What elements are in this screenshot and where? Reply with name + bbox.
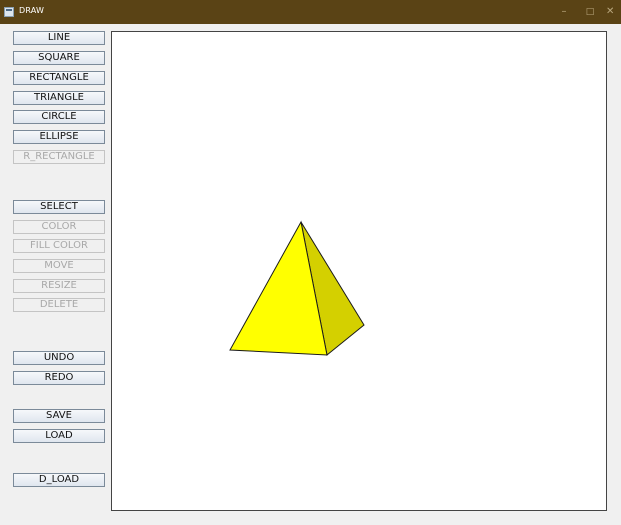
d-load-button[interactable]: D_LOAD — [13, 473, 105, 487]
select-button[interactable]: SELECT — [13, 200, 105, 214]
app-window-icon — [4, 7, 14, 17]
window-title: DRAW — [19, 6, 45, 15]
drawing-canvas[interactable] — [111, 31, 607, 511]
resize-button[interactable]: RESIZE — [13, 279, 105, 293]
redo-button[interactable]: REDO — [13, 371, 105, 385]
rectangle-button[interactable]: RECTANGLE — [13, 71, 105, 85]
ellipse-button[interactable]: ELLIPSE — [13, 130, 105, 144]
move-button[interactable]: MOVE — [13, 259, 105, 273]
color-button[interactable]: COLOR — [13, 220, 105, 234]
r-rectangle-button[interactable]: R_RECTANGLE — [13, 150, 105, 164]
canvas-drawing — [229, 220, 365, 356]
undo-button[interactable]: UNDO — [13, 351, 105, 365]
maximize-icon[interactable]: □ — [579, 3, 601, 21]
load-button[interactable]: LOAD — [13, 429, 105, 443]
triangle-button[interactable]: TRIANGLE — [13, 91, 105, 105]
save-button[interactable]: SAVE — [13, 409, 105, 423]
delete-button[interactable]: DELETE — [13, 298, 105, 312]
minimize-icon[interactable]: – — [553, 3, 575, 21]
square-button[interactable]: SQUARE — [13, 51, 105, 65]
close-icon[interactable]: ✕ — [606, 3, 621, 21]
fill-color-button[interactable]: FILL COLOR — [13, 239, 105, 253]
circle-button[interactable]: CIRCLE — [13, 110, 105, 124]
title-bar[interactable]: DRAW – □ ✕ — [0, 0, 621, 24]
line-button[interactable]: LINE — [13, 31, 105, 45]
